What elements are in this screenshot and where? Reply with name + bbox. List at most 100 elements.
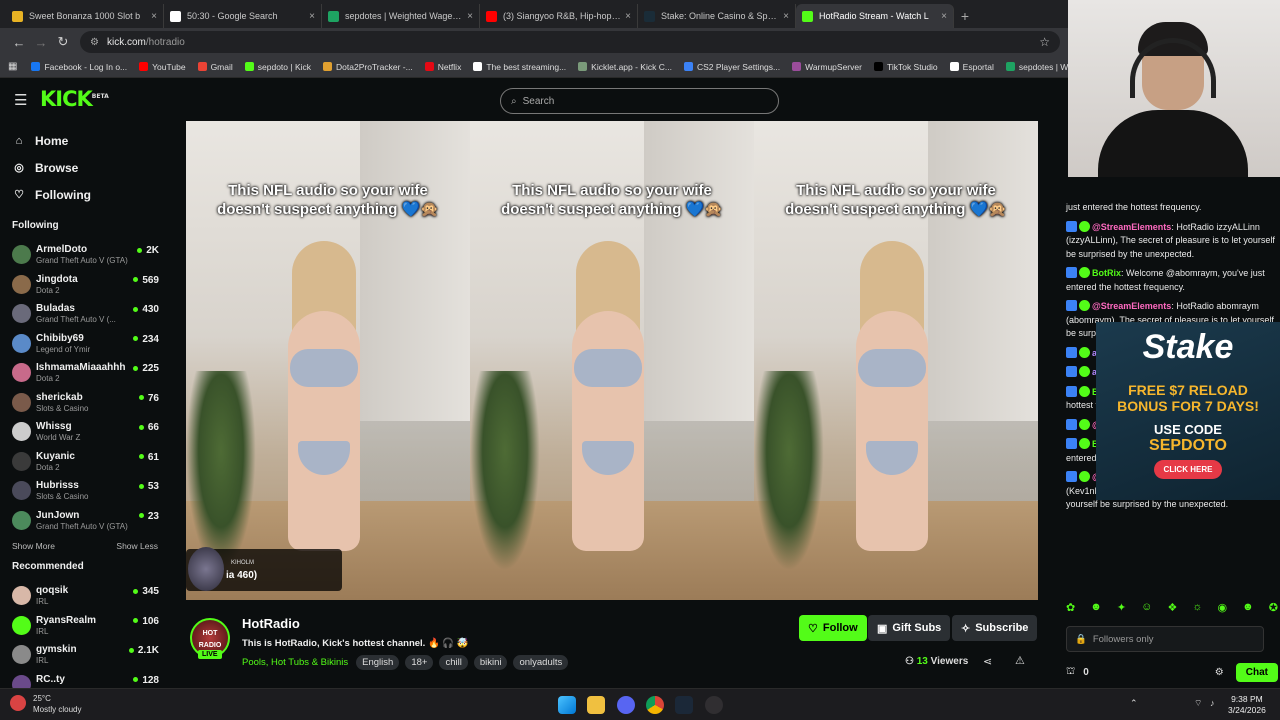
channel-list-item[interactable]: gymskin IRL 2.1K — [0, 640, 170, 670]
chat-input[interactable]: 🔒 Followers only — [1066, 626, 1264, 652]
gear-icon[interactable]: ⚙ — [1215, 667, 1224, 678]
weather-widget[interactable]: 25°C Mostly cloudy — [10, 693, 81, 715]
click-here-button[interactable]: CLICK HERE — [1153, 460, 1223, 479]
channel-list-item[interactable]: Whissg World War Z 66 — [0, 417, 170, 447]
bookmark-item[interactable]: Kicklet.app - Kick C... — [578, 62, 672, 72]
new-tab-button[interactable]: + — [954, 4, 976, 28]
bookmark-item[interactable]: TikTok Studio — [873, 62, 938, 72]
search-placeholder: Search — [522, 95, 555, 107]
channel-list-item[interactable]: Buladas Grand Theft Auto V (... 430 — [0, 299, 170, 329]
bookmark-item[interactable]: WarmupServer — [792, 62, 862, 72]
hamburger-menu-icon[interactable]: ☰ — [14, 91, 27, 109]
chat-username[interactable]: @StreamElements — [1092, 301, 1171, 311]
browser-tab[interactable]: HotRadio Stream - Watch L × — [796, 4, 954, 28]
emote-icon[interactable]: ✦ — [1117, 601, 1126, 614]
emote-icon[interactable]: ☻ — [1242, 601, 1254, 614]
chrome-icon[interactable] — [646, 696, 664, 714]
bookmark-item[interactable]: Esportal — [949, 62, 994, 72]
subscribe-button[interactable]: ✧ Subscribe — [952, 615, 1038, 641]
close-icon[interactable]: × — [783, 11, 789, 22]
channel-list-item[interactable]: RC..ty 128 — [0, 670, 170, 688]
bookmark-item[interactable]: Facebook - Log In o... — [31, 62, 127, 72]
emote-icon[interactable]: ☼ — [1192, 601, 1202, 614]
apps-grid-icon[interactable]: ▦ — [8, 61, 17, 72]
tag-chip[interactable]: bikini — [473, 655, 508, 670]
tag-chip[interactable]: 18+ — [405, 655, 434, 670]
sidebar-item-browse[interactable]: ◎ Browse — [0, 154, 170, 181]
channel-list-item[interactable]: Kuyanic Dota 2 61 — [0, 447, 170, 477]
close-icon[interactable]: × — [309, 11, 315, 22]
close-icon[interactable]: × — [467, 11, 473, 22]
close-icon[interactable]: × — [151, 11, 157, 22]
bookmark-item[interactable]: YouTube — [139, 62, 186, 72]
search-input[interactable]: ⌕ Search — [500, 88, 779, 114]
file-explorer-icon[interactable] — [587, 696, 605, 714]
browser-tab[interactable]: 50:30 - Google Search × — [164, 4, 322, 28]
tag-chip[interactable]: chill — [439, 655, 468, 670]
bookmark-item[interactable]: Gmail — [197, 62, 233, 72]
close-icon[interactable]: × — [625, 11, 631, 22]
browser-tab[interactable]: Sweet Bonanza 1000 Slot b × — [6, 4, 164, 28]
tag-chip[interactable]: English — [356, 655, 400, 670]
show-more-button[interactable]: Show More — [12, 541, 55, 555]
bookmark-item[interactable]: Netflix — [424, 62, 461, 72]
bookmark-item[interactable]: sepdotes | Weighte... — [1005, 62, 1068, 72]
mod-badge-icon — [1066, 418, 1077, 430]
obs-icon[interactable] — [705, 696, 723, 714]
browser-tab[interactable]: Stake: Online Casino & Sports × — [638, 4, 796, 28]
network-icon[interactable]: ⌔ — [1194, 698, 1202, 709]
show-less-button[interactable]: Show Less — [116, 541, 158, 555]
emote-icon[interactable]: ✿ — [1066, 601, 1075, 614]
back-icon[interactable]: ← — [8, 35, 30, 50]
steam-icon[interactable] — [675, 696, 693, 714]
channel-list-item[interactable]: IshmamaMiaaahhh Dota 2 225 — [0, 358, 170, 388]
channel-list-item[interactable]: Hubrisss Slots & Casino 53 — [0, 476, 170, 506]
channel-list-item[interactable]: sherickab Slots & Casino 76 — [0, 388, 170, 418]
volume-icon[interactable]: ♪ — [1210, 698, 1215, 708]
browser-tab[interactable]: sepdotes | Weighted Wager Ra × — [322, 4, 480, 28]
channel-list-item[interactable]: Jingdota Dota 2 569 — [0, 270, 170, 300]
video-player[interactable]: This NFL audio so your wife doesn't suspe… — [186, 121, 1038, 600]
tray-chevron-icon[interactable]: ⌃ — [1130, 698, 1138, 709]
channel-list-item[interactable]: Chibiby69 Legend of Ymir 234 — [0, 329, 170, 359]
bookmark-item[interactable]: sepdoto | Kick — [244, 62, 311, 72]
sidebar-item-following[interactable]: ♡ Following — [0, 181, 170, 208]
points-icon[interactable]: ⛫ — [1066, 666, 1075, 679]
gift-subs-button[interactable]: ▣ Gift Subs — [868, 615, 951, 641]
bookmark-item[interactable]: The best streaming... — [473, 62, 566, 72]
windows-start-icon[interactable] — [558, 696, 576, 714]
channel-list-item[interactable]: RyansRealm IRL 106 — [0, 611, 170, 641]
chat-username[interactable]: BotRix — [1092, 268, 1121, 278]
follow-button[interactable]: ♡ Follow — [799, 615, 867, 641]
tag-chip[interactable]: onlyadults — [513, 655, 569, 670]
kick-logo[interactable]: KICKBETA — [40, 87, 109, 111]
close-icon[interactable]: × — [941, 11, 947, 22]
report-warning-icon[interactable]: ⚠ — [1015, 654, 1025, 667]
channel-list-item[interactable]: ArmelDoto Grand Theft Auto V (GTA) 2K — [0, 240, 170, 270]
channel-name[interactable]: HotRadio — [242, 616, 300, 631]
channel-category: IRL — [36, 597, 49, 606]
category-link[interactable]: Pools, Hot Tubs & Bikinis — [242, 657, 348, 668]
share-icon[interactable]: ⋖ — [983, 655, 992, 668]
system-clock[interactable]: 9:38 PM 3/24/2026 — [1228, 694, 1266, 716]
chat-username[interactable]: @StreamElements — [1092, 222, 1171, 232]
emote-icon[interactable]: ✪ — [1269, 601, 1278, 614]
channel-list-item[interactable]: JunJown Grand Theft Auto V (GTA) 23 — [0, 506, 170, 536]
discord-icon[interactable] — [617, 696, 635, 714]
bookmark-star-icon[interactable]: ☆ — [1039, 35, 1050, 49]
bookmark-item[interactable]: Dota2ProTracker -... — [323, 62, 413, 72]
emote-icon[interactable]: ☺ — [1141, 601, 1152, 614]
channel-list-item[interactable]: qoqsik IRL 345 — [0, 581, 170, 611]
emote-icon[interactable]: ☻ — [1090, 601, 1102, 614]
chat-send-button[interactable]: Chat — [1235, 662, 1278, 682]
address-bar[interactable]: ⚙ kick.com/hotradio ☆ — [80, 31, 1060, 53]
emote-icon[interactable]: ❖ — [1167, 601, 1177, 614]
stake-ad-overlay[interactable]: Stake FREE $7 RELOAD BONUS FOR 7 DAYS! U… — [1096, 322, 1280, 500]
emote-icon[interactable]: ◉ — [1218, 601, 1228, 614]
forward-icon[interactable]: → — [30, 35, 52, 50]
sidebar-item-home[interactable]: ⌂ Home — [0, 127, 170, 154]
reload-icon[interactable]: ↻ — [52, 34, 74, 50]
bookmark-item[interactable]: CS2 Player Settings... — [683, 62, 780, 72]
site-info-icon[interactable]: ⚙ — [90, 37, 99, 48]
browser-tab[interactable]: (3) Siangyoo R&B, Hip-hop, Afr × — [480, 4, 638, 28]
